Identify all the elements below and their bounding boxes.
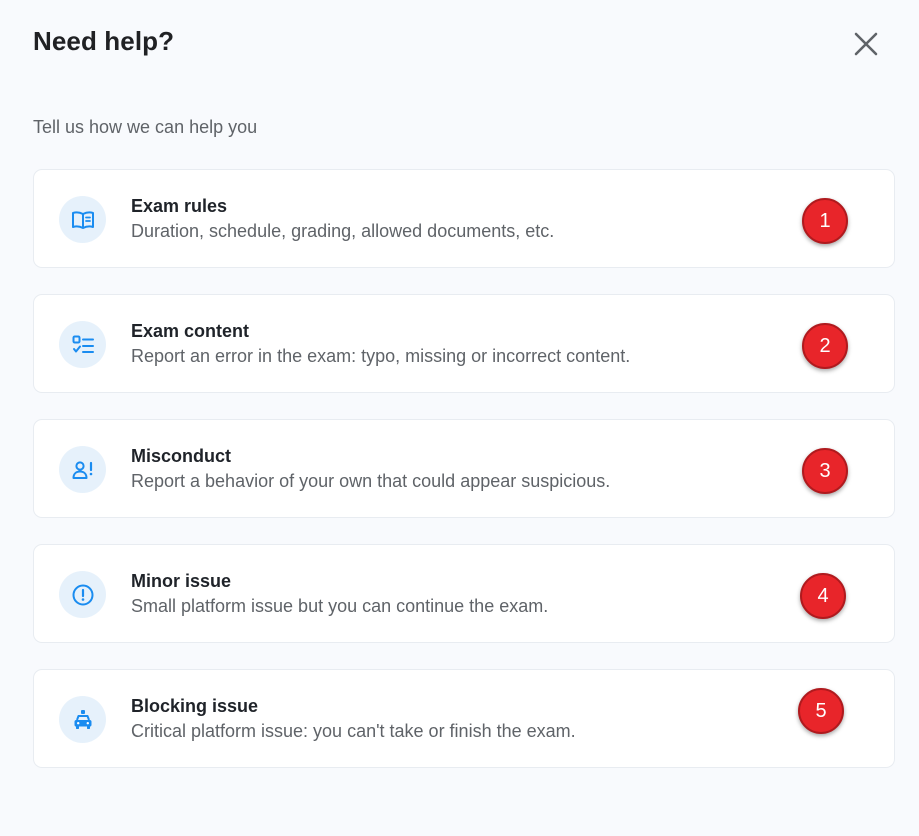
person-alert-icon xyxy=(72,460,92,479)
exclamation-circle-icon xyxy=(72,584,93,605)
option-text: Exam rules Duration, schedule, grading, … xyxy=(131,195,554,245)
option-exam-rules[interactable]: Exam rules Duration, schedule, grading, … xyxy=(33,169,895,268)
step-badge: 1 xyxy=(802,198,848,244)
help-dialog: Need help? Tell us how we can help you E… xyxy=(0,0,919,836)
dialog-title: Need help? xyxy=(33,26,175,56)
option-description: Report a behavior of your own that could… xyxy=(131,471,611,491)
option-title: Blocking issue xyxy=(131,696,259,716)
option-icon-container xyxy=(59,696,106,743)
emergency-car-icon xyxy=(74,709,91,729)
close-button[interactable] xyxy=(850,28,882,60)
option-title: Misconduct xyxy=(131,446,232,466)
option-description: Critical platform issue: you can't take … xyxy=(131,721,576,741)
option-text: Blocking issue Critical platform issue: … xyxy=(131,695,576,745)
option-text: Misconduct Report a behavior of your own… xyxy=(131,445,610,495)
dialog-subtitle: Tell us how we can help you xyxy=(33,117,258,137)
step-badge: 5 xyxy=(798,688,844,734)
option-icon-container xyxy=(59,196,106,243)
option-blocking-issue[interactable]: Blocking issue Critical platform issue: … xyxy=(33,669,895,768)
close-icon xyxy=(854,32,878,56)
option-description: Report an error in the exam: typo, missi… xyxy=(131,346,631,366)
option-text: Minor issue Small platform issue but you… xyxy=(131,570,548,620)
help-options-list: Exam rules Duration, schedule, grading, … xyxy=(33,169,895,794)
option-icon-container xyxy=(59,321,106,368)
option-text: Exam content Report an error in the exam… xyxy=(131,320,630,370)
step-badge: 2 xyxy=(802,323,848,369)
option-icon-container xyxy=(59,571,106,618)
step-badge: 3 xyxy=(802,448,848,494)
option-title: Exam content xyxy=(131,321,250,341)
step-badge: 4 xyxy=(800,573,846,619)
option-description: Small platform issue but you can continu… xyxy=(131,596,549,616)
option-description: Duration, schedule, grading, allowed doc… xyxy=(131,221,555,241)
option-title: Exam rules xyxy=(131,196,228,216)
option-minor-issue[interactable]: Minor issue Small platform issue but you… xyxy=(33,544,895,643)
checklist-icon xyxy=(72,335,94,353)
option-icon-container xyxy=(59,446,106,493)
book-icon xyxy=(71,210,94,229)
option-misconduct[interactable]: Misconduct Report a behavior of your own… xyxy=(33,419,895,518)
option-title: Minor issue xyxy=(131,571,232,591)
option-exam-content[interactable]: Exam content Report an error in the exam… xyxy=(33,294,895,393)
